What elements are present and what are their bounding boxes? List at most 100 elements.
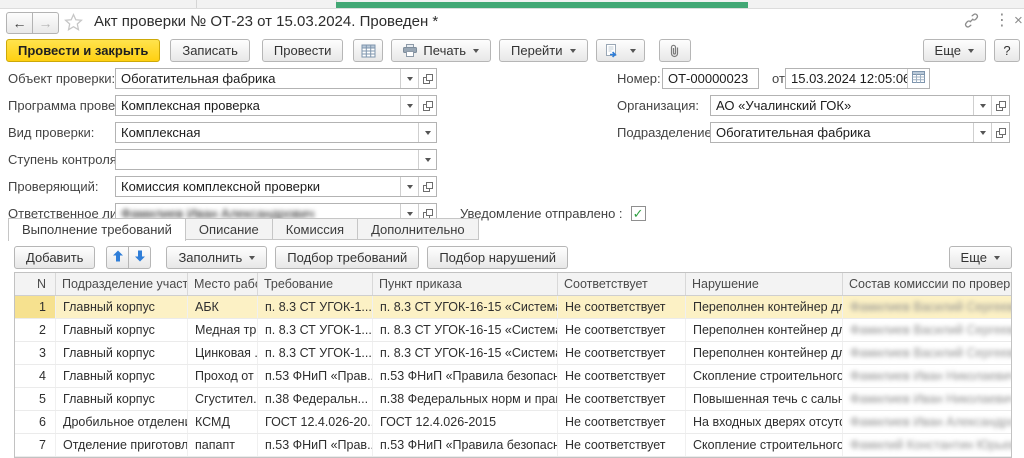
tab-2[interactable]: Комиссия (272, 218, 358, 240)
table-cell[interactable]: Медная тр... (188, 319, 258, 341)
column-header[interactable]: Пункт приказа (373, 273, 558, 295)
show-postings-button[interactable] (353, 39, 383, 62)
notification-checkbox[interactable]: ✓ (631, 206, 646, 221)
back-button[interactable]: ← (6, 12, 33, 34)
open-button[interactable] (418, 69, 436, 88)
favorites-star-icon[interactable] (64, 13, 83, 32)
table-row[interactable]: 1Главный корпусАБКп. 8.3 СТ УГОК-1...п. … (15, 296, 1011, 319)
table-cell[interactable]: ГОСТ 12.4.026-20... (258, 411, 373, 433)
table-row[interactable]: 3Главный корпусЦинковая ...п. 8.3 СТ УГО… (15, 342, 1011, 365)
table-cell[interactable]: Не соответствует (558, 411, 686, 433)
table-cell[interactable]: Отделение приготовл... (56, 434, 188, 456)
table-cell[interactable]: п.53 ФНиП «Прав... (258, 434, 373, 456)
table-cell[interactable]: Проход от ... (188, 365, 258, 387)
organization-field[interactable]: АО «Учалинский ГОК» (710, 95, 1010, 116)
table-cell[interactable]: Переполнен контейнер дл... (686, 342, 843, 364)
attach-button[interactable] (659, 39, 691, 62)
table-cell[interactable]: Главный корпус (56, 365, 188, 387)
kind-field[interactable]: Комплексная (115, 122, 437, 143)
move-up-button[interactable] (106, 246, 129, 269)
commission-cell[interactable]: Фамилиев Василий Сергеевич (843, 319, 1011, 341)
post-and-close-button[interactable]: Провести и закрыть (6, 39, 160, 62)
table-cell[interactable]: Цинковая ... (188, 342, 258, 364)
table-cell[interactable]: На входных дверях отсутс... (686, 411, 843, 433)
table-cell[interactable]: п.53 ФНиП «Прав... (258, 365, 373, 387)
table-cell[interactable]: п.53 ФНиП «Правила безопасно... (373, 365, 558, 387)
open-button[interactable] (418, 177, 436, 196)
table-cell[interactable]: 7 (15, 434, 56, 456)
table-cell[interactable]: КСМД (188, 411, 258, 433)
dropdown-button[interactable] (418, 150, 436, 169)
table-cell[interactable]: Не соответствует (558, 434, 686, 456)
table-cell[interactable]: Сгустител... (188, 388, 258, 410)
table-row[interactable]: 2Главный корпусМедная тр...п. 8.3 СТ УГО… (15, 319, 1011, 342)
post-button[interactable]: Провести (262, 39, 344, 62)
column-header[interactable]: Место работ (188, 273, 258, 295)
table-row[interactable]: 6Дробильное отделениеКСМДГОСТ 12.4.026-2… (15, 411, 1011, 434)
table-cell[interactable]: Главный корпус (56, 388, 188, 410)
table-cell[interactable]: п.38 Федеральных норм и прави... (373, 388, 558, 410)
close-icon[interactable]: × (1014, 12, 1023, 30)
dropdown-button[interactable] (400, 177, 418, 196)
table-cell[interactable]: АБК (188, 296, 258, 318)
table-cell[interactable]: Переполнен контейнер дл... (686, 296, 843, 318)
table-cell[interactable]: Скопление строительного ... (686, 365, 843, 387)
table-cell[interactable]: папапт (188, 434, 258, 456)
column-header[interactable]: N (15, 273, 56, 295)
save-button[interactable]: Записать (170, 39, 250, 62)
goto-button[interactable]: Перейти (499, 39, 588, 62)
table-cell[interactable]: 5 (15, 388, 56, 410)
date-field[interactable]: 15.03.2024 12:05:06 (785, 68, 930, 89)
table-cell[interactable]: п. 8.3 СТ УГОК-16-15 «Система ... (373, 342, 558, 364)
table-cell[interactable]: п.38 Федеральн... (258, 388, 373, 410)
table-cell[interactable]: Главный корпус (56, 342, 188, 364)
column-header[interactable]: Требование (258, 273, 373, 295)
table-row[interactable]: 4Главный корпусПроход от ...п.53 ФНиП «П… (15, 365, 1011, 388)
table-cell[interactable]: ГОСТ 12.4.026-2015 (373, 411, 558, 433)
table-cell[interactable]: 6 (15, 411, 56, 433)
link-icon[interactable] (964, 13, 979, 33)
tab-3[interactable]: Дополнительно (357, 218, 479, 240)
open-button[interactable] (418, 96, 436, 115)
fill-button[interactable]: Заполнить (166, 246, 267, 269)
commission-cell[interactable]: Фамилиев Иван Николаевич (843, 388, 1011, 410)
calendar-button[interactable] (907, 69, 929, 88)
control-stage-field[interactable] (115, 149, 437, 170)
table-row[interactable]: 5Главный корпусСгустител...п.38 Федераль… (15, 388, 1011, 411)
dropdown-button[interactable] (400, 69, 418, 88)
dropdown-button[interactable] (973, 123, 991, 142)
table-cell[interactable]: Скопление строительного ... (686, 434, 843, 456)
table-cell[interactable]: Не соответствует (558, 388, 686, 410)
table-more-button[interactable]: Еще (949, 246, 1012, 269)
table-cell[interactable]: п. 8.3 СТ УГОК-16-15 «Система ... (373, 319, 558, 341)
table-cell[interactable]: Переполнен контейнер дл... (686, 319, 843, 341)
commission-cell[interactable]: Фамилиев Василий Сергеевич (843, 342, 1011, 364)
table-cell[interactable]: 1 (15, 296, 56, 318)
print-button[interactable]: Печать (391, 39, 491, 62)
move-down-button[interactable] (128, 246, 151, 269)
table-cell[interactable]: Главный корпус (56, 319, 188, 341)
number-field[interactable]: ОТ-00000023 (662, 68, 759, 89)
table-cell[interactable]: Не соответствует (558, 365, 686, 387)
table-cell[interactable]: Не соответствует (558, 296, 686, 318)
table-cell[interactable]: п. 8.3 СТ УГОК-1... (258, 342, 373, 364)
open-button[interactable] (991, 96, 1009, 115)
table-cell[interactable]: п. 8.3 СТ УГОК-1... (258, 319, 373, 341)
table-cell[interactable]: 3 (15, 342, 56, 364)
commission-cell[interactable]: Фамилиев Иван Николаевич (843, 365, 1011, 387)
program-field[interactable]: Комплексная проверка (115, 95, 437, 116)
table-cell[interactable]: п. 8.3 СТ УГОК-1... (258, 296, 373, 318)
column-header[interactable]: Подразделение участка (56, 273, 188, 295)
more-button[interactable]: Еще (923, 39, 986, 62)
help-button[interactable]: ? (994, 39, 1020, 62)
table-cell[interactable]: п. 8.3 СТ УГОК-16-15 «Система ... (373, 296, 558, 318)
table-cell[interactable]: Не соответствует (558, 342, 686, 364)
inspector-field[interactable]: Комиссия комплексной проверки (115, 176, 437, 197)
dropdown-button[interactable] (400, 96, 418, 115)
pick-requirements-button[interactable]: Подбор требований (275, 246, 419, 269)
dropdown-button[interactable] (973, 96, 991, 115)
table-cell[interactable]: Повышенная течь с сальн... (686, 388, 843, 410)
window-menu-icon[interactable]: ⋮ (994, 12, 1010, 30)
commission-cell[interactable]: Фамилиев Иван Александрович (843, 411, 1011, 433)
table-cell[interactable]: п.53 ФНиП «Правила безопасно... (373, 434, 558, 456)
